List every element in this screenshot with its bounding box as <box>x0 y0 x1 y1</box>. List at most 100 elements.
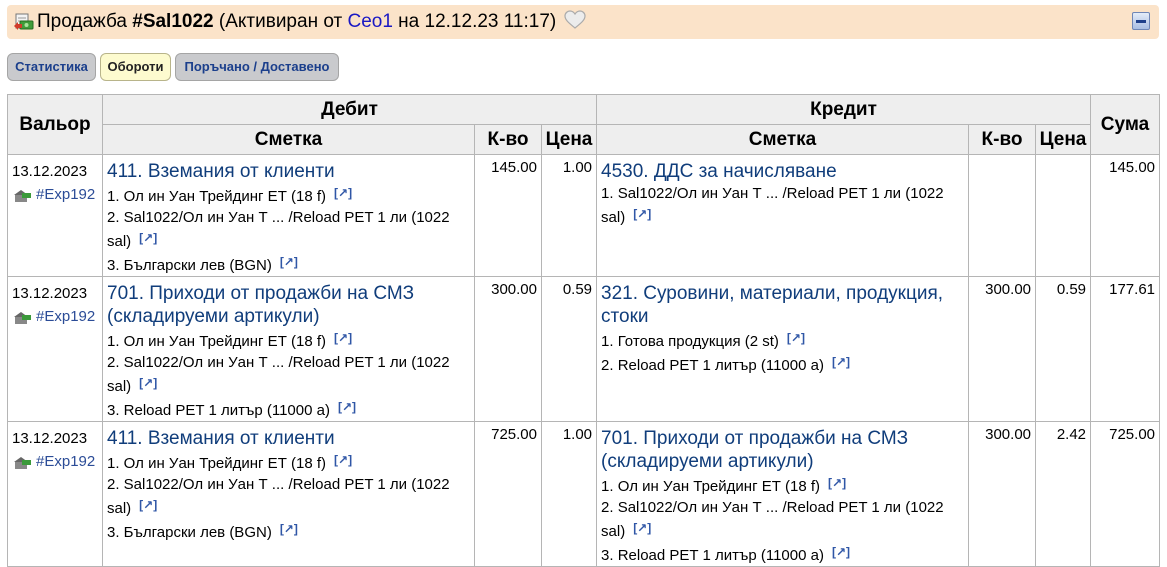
item-text: 2. Reload PET 1 литър (11000 a) <box>601 357 824 374</box>
open-link-icon[interactable]: [↗] <box>334 331 352 345</box>
valor-cell: 13.12.2023 #Exp192 <box>7 276 103 422</box>
debit-price: 0.59 <box>540 276 598 422</box>
header-sum: Сума <box>1090 94 1161 155</box>
debit-account-link[interactable]: 411. Вземания от клиенти <box>107 422 474 450</box>
item-text: 2. Sal1022/Ол ин Уан Т ... /Reload PET 1… <box>107 354 450 395</box>
title-prefix: Продажба <box>37 11 133 32</box>
doc-link[interactable]: #Exp192 <box>36 308 95 325</box>
open-link-icon[interactable]: [↗] <box>334 453 352 467</box>
page-title: Продажба #Sal1022 (Активиран от Ceo1 на … <box>37 5 586 39</box>
credit-account-cell: 4530. ДДС за начисляване 1. Sal1022/Ол и… <box>596 154 970 277</box>
list-item: 3. Reload PET 1 литър (11000 a) [↗] <box>601 542 968 566</box>
credit-account-link[interactable]: 4530. ДДС за начисляване <box>601 155 968 183</box>
credit-account-cell: 321. Суровини, материали, продукция, сто… <box>596 276 970 422</box>
list-item: 3. Reload PET 1 литър (11000 a) [↗] <box>107 397 474 421</box>
item-text: 2. Sal1022/Ол ин Уан Т ... /Reload PET 1… <box>107 476 450 517</box>
list-item: 1. Готова продукция (2 st) [↗] <box>601 328 968 352</box>
debit-account-link[interactable]: 701. Приходи от продажби на СМЗ (складир… <box>107 277 474 328</box>
table-row: 13.12.2023 #Exp192 411. Вземания от клие… <box>7 421 1161 567</box>
turnover-table: Вальор Дебит Кредит Сума Сметка К-во Цен… <box>7 94 1161 567</box>
tab-statistics[interactable]: Статистика <box>7 53 96 81</box>
open-link-icon[interactable]: [↗] <box>280 255 298 269</box>
header-credit-price: Цена <box>1035 124 1092 155</box>
status-date: на 12.12.23 11:17) <box>392 11 557 32</box>
item-text: 2. Sal1022/Ол ин Уан Т ... /Reload PET 1… <box>601 499 944 540</box>
open-link-icon[interactable]: [↗] <box>338 400 356 414</box>
open-link-icon[interactable]: [↗] <box>280 522 298 536</box>
tab-ordered-delivered[interactable]: Поръчано / Доставено <box>175 53 339 81</box>
debit-qty: 725.00 <box>474 421 542 567</box>
header-debit-account: Сметка <box>102 124 475 155</box>
debit-qty: 145.00 <box>474 154 542 277</box>
row-sum: 177.61 <box>1090 276 1161 422</box>
debit-account-cell: 411. Вземания от клиенти 1. Ол ин Уан Тр… <box>102 421 475 567</box>
row-sum: 725.00 <box>1090 421 1161 567</box>
row-sum: 145.00 <box>1090 154 1161 277</box>
minus-icon[interactable] <box>1132 12 1150 30</box>
list-item: 2. Sal1022/Ол ин Уан Т ... /Reload PET 1… <box>107 207 474 252</box>
item-text: 1. Ол ин Уан Трейдинг ЕТ (18 f) <box>601 478 821 495</box>
open-link-icon[interactable]: [↗] <box>139 376 157 390</box>
header-valor: Вальор <box>7 94 103 155</box>
header-credit-account: Сметка <box>596 124 970 155</box>
header-credit-qty: К-во <box>968 124 1037 155</box>
debit-qty: 300.00 <box>474 276 542 422</box>
list-item: 3. Български лев (BGN) [↗] <box>107 519 474 543</box>
item-text: 1. Sal1022/Ол ин Уан Т ... /Reload PET 1… <box>601 185 944 226</box>
open-link-icon[interactable]: [↗] <box>832 355 850 369</box>
header-debit-qty: К-во <box>474 124 542 155</box>
status-text: (Активиран от <box>213 11 348 32</box>
item-text: 2. Sal1022/Ол ин Уан Т ... /Reload PET 1… <box>107 209 450 250</box>
debit-price: 1.00 <box>540 154 598 277</box>
credit-qty <box>968 154 1037 277</box>
open-link-icon[interactable]: [↗] <box>334 186 352 200</box>
tab-turnover[interactable]: Обороти <box>100 53 171 81</box>
doc-link[interactable]: #Exp192 <box>36 186 95 203</box>
item-text: 1. Ол ин Уан Трейдинг ЕТ (18 f) <box>107 188 327 205</box>
table-row: 13.12.2023 #Exp192 701. Приходи от прода… <box>7 276 1161 422</box>
credit-account-link[interactable]: 701. Приходи от продажби на СМЗ (складир… <box>601 422 968 473</box>
shipment-icon <box>14 456 31 469</box>
credit-qty: 300.00 <box>968 421 1037 567</box>
author-link[interactable]: Ceo1 <box>347 11 392 32</box>
doc-ref: #Exp192 <box>12 186 102 203</box>
doc-link[interactable]: #Exp192 <box>36 453 95 470</box>
item-text: 3. Български лев (BGN) <box>107 524 272 541</box>
open-link-icon[interactable]: [↗] <box>633 207 651 221</box>
heart-icon[interactable] <box>563 10 586 30</box>
list-item: 2. Sal1022/Ол ин Уан Т ... /Reload PET 1… <box>107 352 474 397</box>
title-bar: Продажба #Sal1022 (Активиран от Ceo1 на … <box>7 5 1159 39</box>
valor-cell: 13.12.2023 #Exp192 <box>7 421 103 567</box>
open-link-icon[interactable]: [↗] <box>832 545 850 559</box>
valor-date: 13.12.2023 <box>12 285 88 302</box>
debit-account-link[interactable]: 411. Вземания от клиенти <box>107 155 474 183</box>
list-item: 1. Ол ин Уан Трейдинг ЕТ (18 f) [↗] <box>107 183 474 207</box>
list-item: 1. Ол ин Уан Трейдинг ЕТ (18 f) [↗] <box>601 473 968 497</box>
header-debit-price: Цена <box>540 124 598 155</box>
sale-id: #Sal1022 <box>132 11 214 32</box>
header-credit: Кредит <box>596 94 1092 125</box>
list-item: 1. Ол ин Уан Трейдинг ЕТ (18 f) [↗] <box>107 328 474 352</box>
item-text: 1. Ол ин Уан Трейдинг ЕТ (18 f) <box>107 455 327 472</box>
credit-qty: 300.00 <box>968 276 1037 422</box>
list-item: 2. Reload PET 1 литър (11000 a) [↗] <box>601 352 968 376</box>
table-row: 13.12.2023 #Exp192 411. Вземания от клие… <box>7 154 1161 277</box>
item-text: 1. Готова продукция (2 st) <box>601 333 779 350</box>
list-item: 2. Sal1022/Ол ин Уан Т ... /Reload PET 1… <box>107 474 474 519</box>
item-text: 1. Ол ин Уан Трейдинг ЕТ (18 f) <box>107 333 327 350</box>
shipment-icon <box>14 189 31 202</box>
doc-ref: #Exp192 <box>12 308 102 325</box>
open-link-icon[interactable]: [↗] <box>828 476 846 490</box>
open-link-icon[interactable]: [↗] <box>139 231 157 245</box>
credit-price: 2.42 <box>1035 421 1092 567</box>
open-link-icon[interactable]: [↗] <box>633 521 651 535</box>
open-link-icon[interactable]: [↗] <box>139 498 157 512</box>
item-text: 3. Български лев (BGN) <box>107 257 272 274</box>
valor-date: 13.12.2023 <box>12 163 88 180</box>
valor-cell: 13.12.2023 #Exp192 <box>7 154 103 277</box>
list-item: 1. Ол ин Уан Трейдинг ЕТ (18 f) [↗] <box>107 450 474 474</box>
credit-account-link[interactable]: 321. Суровини, материали, продукция, сто… <box>601 277 968 328</box>
open-link-icon[interactable]: [↗] <box>787 331 805 345</box>
valor-date: 13.12.2023 <box>12 430 88 447</box>
list-item: 1. Sal1022/Ол ин Уан Т ... /Reload PET 1… <box>601 183 968 228</box>
